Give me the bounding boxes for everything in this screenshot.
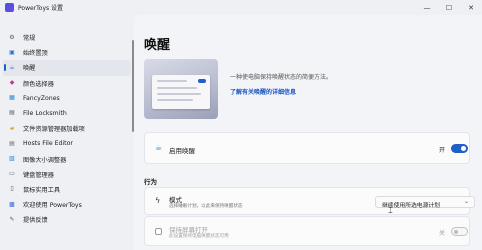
mouse-icon: ▯ bbox=[10, 185, 14, 193]
keep-screen-toggle[interactable] bbox=[451, 227, 468, 236]
color-picker-icon: ◆ bbox=[9, 79, 15, 87]
sidebar-item-label: 颜色选择器 bbox=[23, 80, 54, 88]
sidebar-item[interactable]: ◆ 颜色选择器 bbox=[3, 76, 131, 91]
sidebar-item[interactable]: ▭ 键盘管理器 bbox=[3, 167, 131, 182]
sidebar-nav: ⚙ 常规 ▣ 始终置顶 ☕ 唤醒 ◆ 颜色选择器 ▦ FancyZones ▤ File Locksm… bbox=[0, 30, 134, 250]
sidebar-item[interactable]: ▧ 图像大小调整器 bbox=[3, 152, 131, 167]
sidebar-item-label: 键盘管理器 bbox=[23, 171, 54, 179]
hero-toggle-illustration bbox=[198, 79, 206, 83]
learn-more-link[interactable]: 了解有关唤醒的详细信息 bbox=[230, 87, 296, 96]
image-resizer-icon: ▧ bbox=[9, 155, 15, 162]
fancyzones-icon: ▦ bbox=[9, 94, 15, 102]
hero-image bbox=[144, 59, 218, 119]
sidebar-item-label: 图像大小调整器 bbox=[23, 156, 67, 164]
hero-window-illustration bbox=[152, 75, 210, 109]
sidebar-item-label: 常规 bbox=[23, 35, 36, 43]
welcome-icon: ▩ bbox=[9, 200, 15, 208]
page-title: 唤醒 bbox=[144, 38, 171, 53]
minimize-button[interactable]: — bbox=[416, 0, 438, 15]
sidebar-item[interactable]: ☕ 唤醒 bbox=[3, 60, 131, 76]
keyboard-icon: ▭ bbox=[9, 170, 15, 178]
mode-card: ϟ 模式 选择睡眠计划，以此来保持唤醒状态 继续使用所选电源计划 ⌄ bbox=[144, 187, 475, 215]
sidebar-item[interactable]: ▰ 文件资源管理器加载项 bbox=[3, 121, 131, 136]
title-bar: PowerToys 设置 — ☐ ✕ bbox=[0, 0, 482, 15]
hero-line bbox=[157, 80, 187, 82]
chevron-down-icon: ⌄ bbox=[463, 198, 469, 205]
enable-state-label: 开 bbox=[439, 147, 446, 154]
coffee-cup-icon: ☕ bbox=[9, 63, 15, 71]
gear-icon: ⚙ bbox=[9, 33, 15, 41]
enable-awake-card: ☕ 启用唤醒 开 bbox=[144, 132, 470, 164]
keep-screen-state-label: 关 bbox=[439, 230, 446, 237]
sidebar-item[interactable]: ⚙ 常规 bbox=[3, 30, 131, 45]
sidebar-item-label: FancyZones bbox=[23, 94, 60, 102]
sidebar-item-label: Hosts File Editor bbox=[23, 140, 73, 148]
coffee-cup-icon: ☕ bbox=[155, 143, 163, 152]
enable-awake-label: 启用唤醒 bbox=[169, 147, 195, 155]
toggle-knob bbox=[461, 146, 466, 151]
hero-line bbox=[157, 99, 193, 101]
behavior-section-title: 行为 bbox=[144, 178, 157, 186]
sidebar-item[interactable]: ▤ Hosts File Editor bbox=[3, 136, 131, 151]
keep-screen-checkbox[interactable] bbox=[155, 228, 162, 235]
toggle-knob bbox=[454, 229, 458, 234]
enable-awake-toggle[interactable] bbox=[451, 144, 468, 153]
main-content: 唤醒 一种使电脑保持唤醒状态的简便方法。 了解有关唤醒的详细信息 ☕ 启用唤醒 … bbox=[134, 15, 482, 250]
hero-line bbox=[157, 87, 197, 89]
sidebar-item-label: 提供反馈 bbox=[23, 217, 48, 225]
lightning-icon: ϟ bbox=[155, 196, 161, 205]
maximize-button[interactable]: ☐ bbox=[438, 0, 460, 15]
sidebar-item[interactable]: ✎ 提供反馈 bbox=[3, 212, 131, 227]
keep-screen-subtitle: 此设置保持电脑唤醒状态可用 bbox=[169, 234, 229, 239]
mode-subtitle: 选择睡眠计划，以此来保持唤醒状态 bbox=[169, 204, 243, 209]
hosts-file-icon: ▤ bbox=[9, 139, 15, 147]
sidebar-item-label: File Locksmith bbox=[23, 110, 67, 118]
sidebar-item-label: 文件资源管理器加载项 bbox=[23, 126, 85, 134]
sidebar-item-label: 鼠标实用工具 bbox=[23, 186, 61, 194]
lock-icon: ▤ bbox=[9, 109, 15, 117]
sidebar-item-label: 始终置顶 bbox=[23, 50, 48, 58]
sidebar-item[interactable]: ▩ 欢迎使用 PowerToys bbox=[3, 197, 131, 212]
feedback-icon: ✎ bbox=[9, 215, 15, 223]
sidebar-item[interactable]: ▦ FancyZones bbox=[3, 91, 131, 106]
sidebar-item-label: 欢迎使用 PowerToys bbox=[23, 202, 82, 210]
window-title: PowerToys 设置 bbox=[18, 5, 64, 12]
sidebar-item[interactable]: ▣ 始终置顶 bbox=[3, 45, 131, 60]
module-description: 一种使电脑保持唤醒状态的简便方法。 bbox=[230, 74, 333, 81]
close-button[interactable]: ✕ bbox=[460, 0, 482, 15]
sidebar-item[interactable]: ▯ 鼠标实用工具 bbox=[3, 182, 131, 197]
sidebar-item[interactable]: ▤ File Locksmith bbox=[3, 106, 131, 121]
file-explorer-icon: ▰ bbox=[9, 124, 15, 132]
sidebar-item-label: 唤醒 bbox=[23, 65, 36, 73]
mouse-cursor-icon: ⌶ bbox=[388, 206, 393, 215]
keep-screen-card: 保持屏幕打开 此设置保持电脑唤醒状态可用 关 bbox=[144, 216, 470, 246]
pin-window-icon: ▣ bbox=[9, 48, 15, 56]
powertoys-logo-icon bbox=[5, 3, 14, 12]
hero-line bbox=[157, 93, 201, 95]
